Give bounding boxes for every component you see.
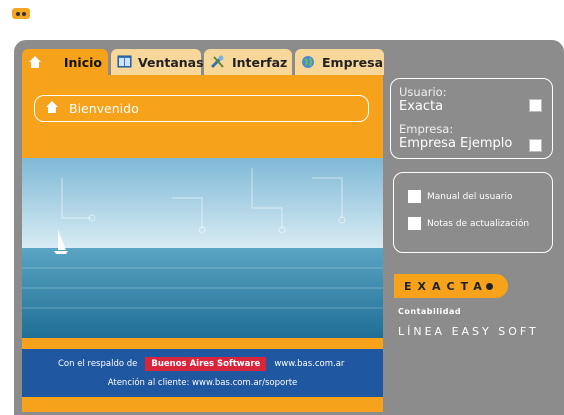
company-checkbox[interactable]	[529, 139, 542, 152]
sea-image	[22, 158, 383, 338]
home-icon	[28, 55, 44, 69]
user-value: Exacta	[399, 99, 444, 114]
website-link[interactable]: www.bas.com.ar	[274, 359, 344, 369]
manual-link[interactable]: Manual del usuario	[408, 190, 513, 203]
product-line: LÍNEA EASY SOFT	[398, 325, 539, 338]
exacta-name: EXACTA	[404, 279, 488, 293]
exacta-logo: EXACTA	[394, 274, 508, 298]
app-logo-icon	[12, 8, 30, 19]
tab-label: Ventanas	[138, 54, 204, 70]
tab-ventanas[interactable]: Ventanas	[111, 49, 204, 75]
tab-label: Inicio	[63, 54, 102, 70]
support-row: Con el respaldo de Buenos Aires Software…	[58, 357, 344, 371]
tab-label: Interfaz	[232, 54, 288, 70]
brand-badge[interactable]: Buenos Aires Software	[145, 357, 267, 371]
tools-icon	[210, 55, 226, 69]
product-name: Contabilidad	[398, 307, 462, 316]
globe-icon	[301, 55, 316, 69]
doc-icon	[408, 190, 421, 203]
logo-dot-icon	[485, 282, 493, 290]
docs-panel: Manual del usuario Notas de actualizació…	[393, 172, 553, 253]
manual-label: Manual del usuario	[427, 191, 513, 202]
tab-bar: Inicio Ventanas Interfaz Empresa	[22, 49, 384, 75]
support-line[interactable]: Atención al cliente: www.bas.com.ar/sopo…	[22, 378, 383, 388]
user-label: Usuario:	[399, 85, 447, 99]
release-notes-label: Notas de actualización	[427, 218, 530, 229]
content-area: Bienvenido Con el respaldo de Buenos Air…	[22, 75, 383, 412]
tab-empresa[interactable]: Empresa	[295, 49, 384, 75]
user-checkbox[interactable]	[529, 99, 542, 112]
tab-interfaz[interactable]: Interfaz	[204, 49, 292, 75]
support-prefix: Con el respaldo de	[58, 359, 138, 369]
company-label: Empresa:	[399, 122, 454, 136]
tab-label: Empresa	[322, 54, 384, 70]
tab-inicio[interactable]: Inicio	[22, 49, 108, 75]
footer-banner: Con el respaldo de Buenos Aires Software…	[22, 349, 383, 397]
user-panel: Usuario: Exacta Empresa: Empresa Ejemplo	[390, 78, 553, 159]
welcome-bar: Bienvenido	[34, 95, 369, 122]
doc-icon	[408, 217, 421, 230]
company-value: Empresa Ejemplo	[399, 136, 513, 151]
home-icon	[45, 100, 59, 117]
welcome-label: Bienvenido	[69, 101, 139, 116]
release-notes-link[interactable]: Notas de actualización	[408, 217, 529, 230]
window-icon	[117, 55, 132, 69]
